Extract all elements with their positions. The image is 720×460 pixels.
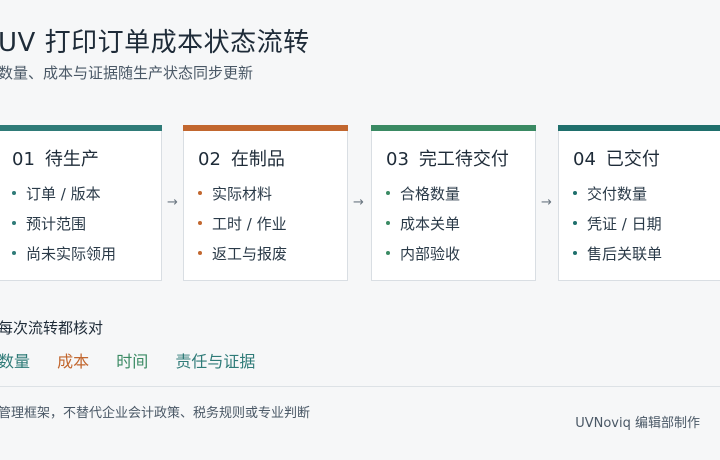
step-item: 内部验收 xyxy=(386,244,460,274)
step-color-bar xyxy=(558,125,720,131)
bullet-icon xyxy=(573,190,577,195)
step-number: 04 xyxy=(573,149,596,170)
step-card-completed: 03 完工待交付 合格数量 成本关单 内部验收 xyxy=(371,125,536,281)
step-label: 在制品 xyxy=(230,149,285,170)
page-title: UV 打印订单成本状态流转 xyxy=(0,28,310,58)
step-number: 01 xyxy=(12,149,35,170)
step-item: 凭证 / 日期 xyxy=(573,214,662,244)
check-heading: 每次流转都核对 xyxy=(0,319,104,337)
step-card-pending: 01 待生产 订单 / 版本 预计范围 尚未实际领用 xyxy=(0,125,162,281)
footnote: 管理框架，不替代企业会计政策、税务规则或专业判断 xyxy=(0,406,311,421)
step-card-wip: 02 在制品 实际材料 工时 / 作业 返工与报废 xyxy=(183,125,348,281)
step-header: 01 待生产 xyxy=(12,145,99,171)
step-item: 尚未实际领用 xyxy=(12,244,116,274)
step-header: 03 完工待交付 xyxy=(386,145,509,171)
status-flow: 01 待生产 订单 / 版本 预计范围 尚未实际领用 → 02 在制品 实际材料 工… xyxy=(0,125,720,283)
step-item: 预计范围 xyxy=(12,214,116,244)
step-item: 交付数量 xyxy=(573,184,662,214)
step-color-bar xyxy=(183,125,348,131)
step-item: 工时 / 作业 xyxy=(198,214,287,244)
divider xyxy=(0,386,720,387)
check-tag: 时间 xyxy=(116,352,149,371)
bullet-icon xyxy=(386,250,390,255)
step-item: 成本关单 xyxy=(386,214,460,244)
step-color-bar xyxy=(371,125,536,131)
check-tag: 数量 xyxy=(0,352,31,371)
step-item: 售后关联单 xyxy=(573,244,662,274)
check-tag: 责任与证据 xyxy=(175,352,256,371)
step-card-delivered: 04 已交付 交付数量 凭证 / 日期 售后关联单 xyxy=(558,125,720,281)
bullet-icon xyxy=(573,220,577,225)
step-item: 订单 / 版本 xyxy=(12,184,116,214)
step-item: 实际材料 xyxy=(198,184,287,214)
step-items: 合格数量 成本关单 内部验收 xyxy=(386,184,460,274)
step-items: 实际材料 工时 / 作业 返工与报废 xyxy=(198,184,287,274)
arrow-right-icon: → xyxy=(353,195,364,210)
step-label: 完工待交付 xyxy=(418,149,509,170)
check-tags: 数量 成本 时间 责任与证据 xyxy=(0,348,277,372)
bullet-icon xyxy=(573,250,577,255)
check-tag: 成本 xyxy=(57,352,90,371)
step-items: 交付数量 凭证 / 日期 售后关联单 xyxy=(573,184,662,274)
step-item: 合格数量 xyxy=(386,184,460,214)
step-number: 03 xyxy=(386,149,409,170)
credit: UVNoviq 编辑部制作 xyxy=(575,416,700,431)
bullet-icon xyxy=(198,250,202,255)
bullet-icon xyxy=(386,220,390,225)
bullet-icon xyxy=(386,190,390,195)
step-label: 已交付 xyxy=(605,149,660,170)
step-item: 返工与报废 xyxy=(198,244,287,274)
bullet-icon xyxy=(198,190,202,195)
bullet-icon xyxy=(12,220,16,225)
step-header: 04 已交付 xyxy=(573,145,660,171)
arrow-right-icon: → xyxy=(541,195,552,210)
arrow-right-icon: → xyxy=(167,195,178,210)
step-label: 待生产 xyxy=(44,149,99,170)
step-color-bar xyxy=(0,125,162,131)
bullet-icon xyxy=(12,250,16,255)
page-subtitle: 数量、成本与证据随生产状态同步更新 xyxy=(0,64,254,82)
step-number: 02 xyxy=(198,149,221,170)
bullet-icon xyxy=(198,220,202,225)
step-header: 02 在制品 xyxy=(198,145,285,171)
bullet-icon xyxy=(12,190,16,195)
step-items: 订单 / 版本 预计范围 尚未实际领用 xyxy=(12,184,116,274)
